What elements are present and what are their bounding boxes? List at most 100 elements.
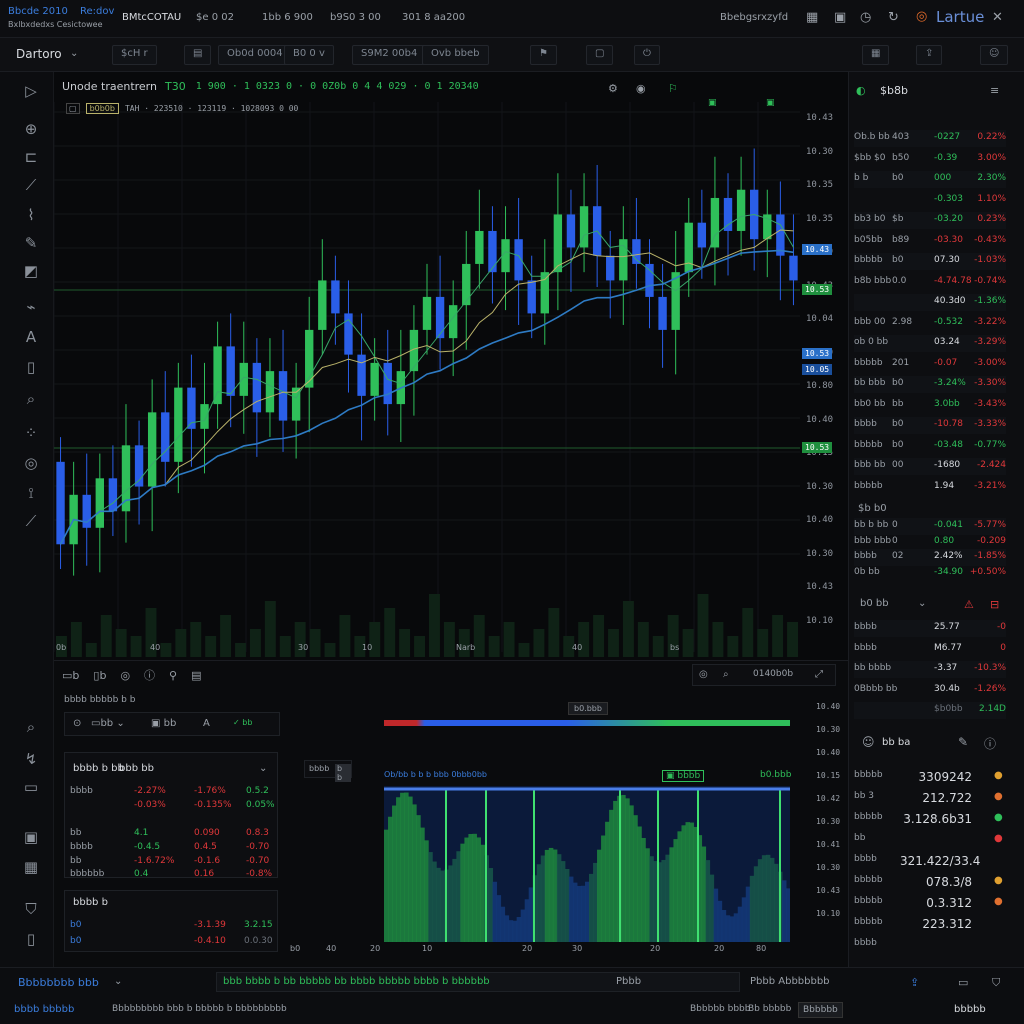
info-circle-icon[interactable]: ⓘ [144,667,155,683]
chart-tool-icon[interactable]: ⚲ [169,669,177,682]
watchlist-row[interactable]: 40.3d0 -1.36% [854,294,1006,311]
candle[interactable] [226,346,235,396]
candle[interactable] [265,371,275,413]
target-icon[interactable]: ◎ [120,669,130,682]
legend-tag-2[interactable]: ▣ [766,98,775,108]
candle[interactable] [723,197,733,231]
symbol-label[interactable]: BMtcCOTAU [122,12,181,23]
chevron-down-icon[interactable]: ⌄ [259,763,267,774]
crosshair-icon[interactable]: ⊕ [20,118,42,140]
heatmap-toggle[interactable]: bbbb b b [304,760,352,782]
magnet-icon[interactable]: ⁘ [20,422,42,444]
watchlist-row[interactable]: bbbb M6.77 0 [854,641,1006,658]
heatmap-toggle-a[interactable]: bbbb [309,764,329,773]
ruler-icon[interactable]: ▯ [20,356,42,378]
watchlist-row[interactable]: bbb 00 2.98 -0.532 -3.22% [854,315,1006,332]
shield-icon[interactable]: ⛉ [20,898,42,920]
bottom-search[interactable]: ◎ ⌕ 0140b0b ⤢ [692,664,836,686]
candle[interactable] [776,214,785,256]
watchlist-section-2[interactable]: $b b0 [858,503,887,514]
delete-icon[interactable]: ⊟ [990,598,999,611]
watchlist-row[interactable]: bbbbb 1.94 -3.21% [854,479,1006,496]
status-right-2[interactable]: Pbbb Abbbbbbb [750,976,830,987]
chart-canvas[interactable] [53,72,848,660]
bottom-tool-6[interactable]: ▤ [191,669,201,682]
candle[interactable] [239,362,248,396]
watchlist-row[interactable]: bbbbb 201 -0.07 -3.00% [854,356,1006,373]
doc-icon[interactable]: ▯ [20,928,42,950]
heatmap[interactable] [384,786,790,942]
pattern-icon[interactable]: ⌁ [20,296,42,318]
watchlist-row[interactable]: ob 0 bb 03.24 -3.29% [854,335,1006,352]
bottom-tool-1[interactable]: ▭b [62,669,79,682]
candle[interactable] [697,222,707,248]
eye-icon[interactable]: ⟟ [20,482,42,504]
status-left[interactable]: Bbbbbbbb bbb [18,976,99,989]
candle[interactable] [174,387,183,462]
candle[interactable] [357,354,366,396]
status-bottom-r2[interactable]: Bb bbbbb [748,1004,791,1014]
watchlist-row[interactable]: bb bbb b0 -3.24% -3.30% [854,376,1006,393]
clock-icon[interactable]: ◷ [860,10,871,25]
candle[interactable] [318,280,327,330]
status-right-1[interactable]: Pbbb [616,976,641,987]
candle[interactable] [658,296,667,330]
watchlist-row[interactable]: bb3 b0 $b -03.20 0.23% [854,212,1006,229]
bottom-tabs-label[interactable]: bbbb bbbbb b b [64,695,135,705]
candle[interactable] [645,263,654,297]
alert-icon[interactable]: ⚑ [530,45,557,65]
watchlist-row[interactable]: bbb bb 00 -1680 -2.424 [854,458,1006,475]
candle[interactable] [671,272,680,330]
candle[interactable] [213,346,222,405]
watchlist-row[interactable]: bbb bbb 0 0.80 -0.209 [854,534,1006,551]
watchlist-row[interactable]: bb bbbb -3.37 -10.3% [854,661,1006,678]
heatmap-toggle-b[interactable]: b b [335,764,351,782]
watchlist-section-3[interactable]: b0 bb [860,598,889,609]
layout-icon[interactable]: ▭ [958,976,968,989]
watchlist-row[interactable]: bbbbb b0 07.30 -1.03% [854,253,1006,270]
candle[interactable] [331,280,340,314]
candle[interactable] [252,362,262,413]
watchlist-row[interactable]: b b b0 000 2.30% [854,171,1006,188]
candle[interactable] [435,296,445,339]
candle[interactable] [540,272,549,314]
trash-icon[interactable]: ⟋ [20,510,42,532]
bottom-tool-2[interactable]: ▯b [93,669,106,682]
watchlist-row[interactable]: bb b bb 0 -0.041 -5.77% [854,518,1006,535]
grid-icon[interactable]: ▦ [806,10,818,25]
toolbar-button-4[interactable]: S9M2 00b4 [352,45,427,65]
candle[interactable] [422,296,432,330]
calendar-icon[interactable]: ▣ [834,10,846,25]
candle[interactable] [121,445,131,512]
lock-icon[interactable]: ◎ [20,452,42,474]
trend-tool-icon[interactable]: ⟋ [20,174,42,196]
toolbar-button-3[interactable]: B0 0 v [284,45,334,65]
watchlist-menu-icon[interactable]: ≡ [990,84,999,97]
alert-red-icon[interactable]: ⚠ [964,598,974,611]
battery-icon[interactable]: ▭ [20,776,42,798]
candle[interactable] [527,280,536,314]
cursor-icon[interactable]: ▷ [20,80,42,102]
chat-icon[interactable]: ☺ [980,45,1009,65]
candle[interactable] [684,222,693,273]
indicator-toggle[interactable]: ▢ [66,103,80,114]
power-icon[interactable]: ⏻ [634,45,660,65]
brush-icon[interactable]: ⌇ [20,204,42,226]
close-icon[interactable]: ✕ [992,10,1003,25]
edit-icon[interactable]: ✎ [958,735,968,749]
candle[interactable] [108,478,118,512]
watchlist-row[interactable]: b8b bbb 0.0 -4.74.78 -0.74% [854,274,1006,291]
share-icon[interactable]: ⇪ [916,45,943,65]
search-icon[interactable]: ⌕ [20,716,42,738]
price-chart[interactable] [53,72,848,660]
candle[interactable] [383,362,392,405]
candle[interactable] [56,461,65,545]
watchlist-row[interactable]: bbbb 25.77 -0 [854,620,1006,637]
toolbar-button-1[interactable]: $cH r [112,45,157,65]
watchlist-row[interactable]: 0b bb -34.90 +0.50% [854,565,1006,582]
zoom-icon[interactable]: ⌕ [20,388,42,410]
candle[interactable] [553,214,563,273]
text-tool-icon[interactable]: A [20,326,42,348]
status-bottom-r3[interactable]: Bbbbbb [798,1002,843,1018]
camera-icon[interactable]: ◉ [636,82,646,95]
